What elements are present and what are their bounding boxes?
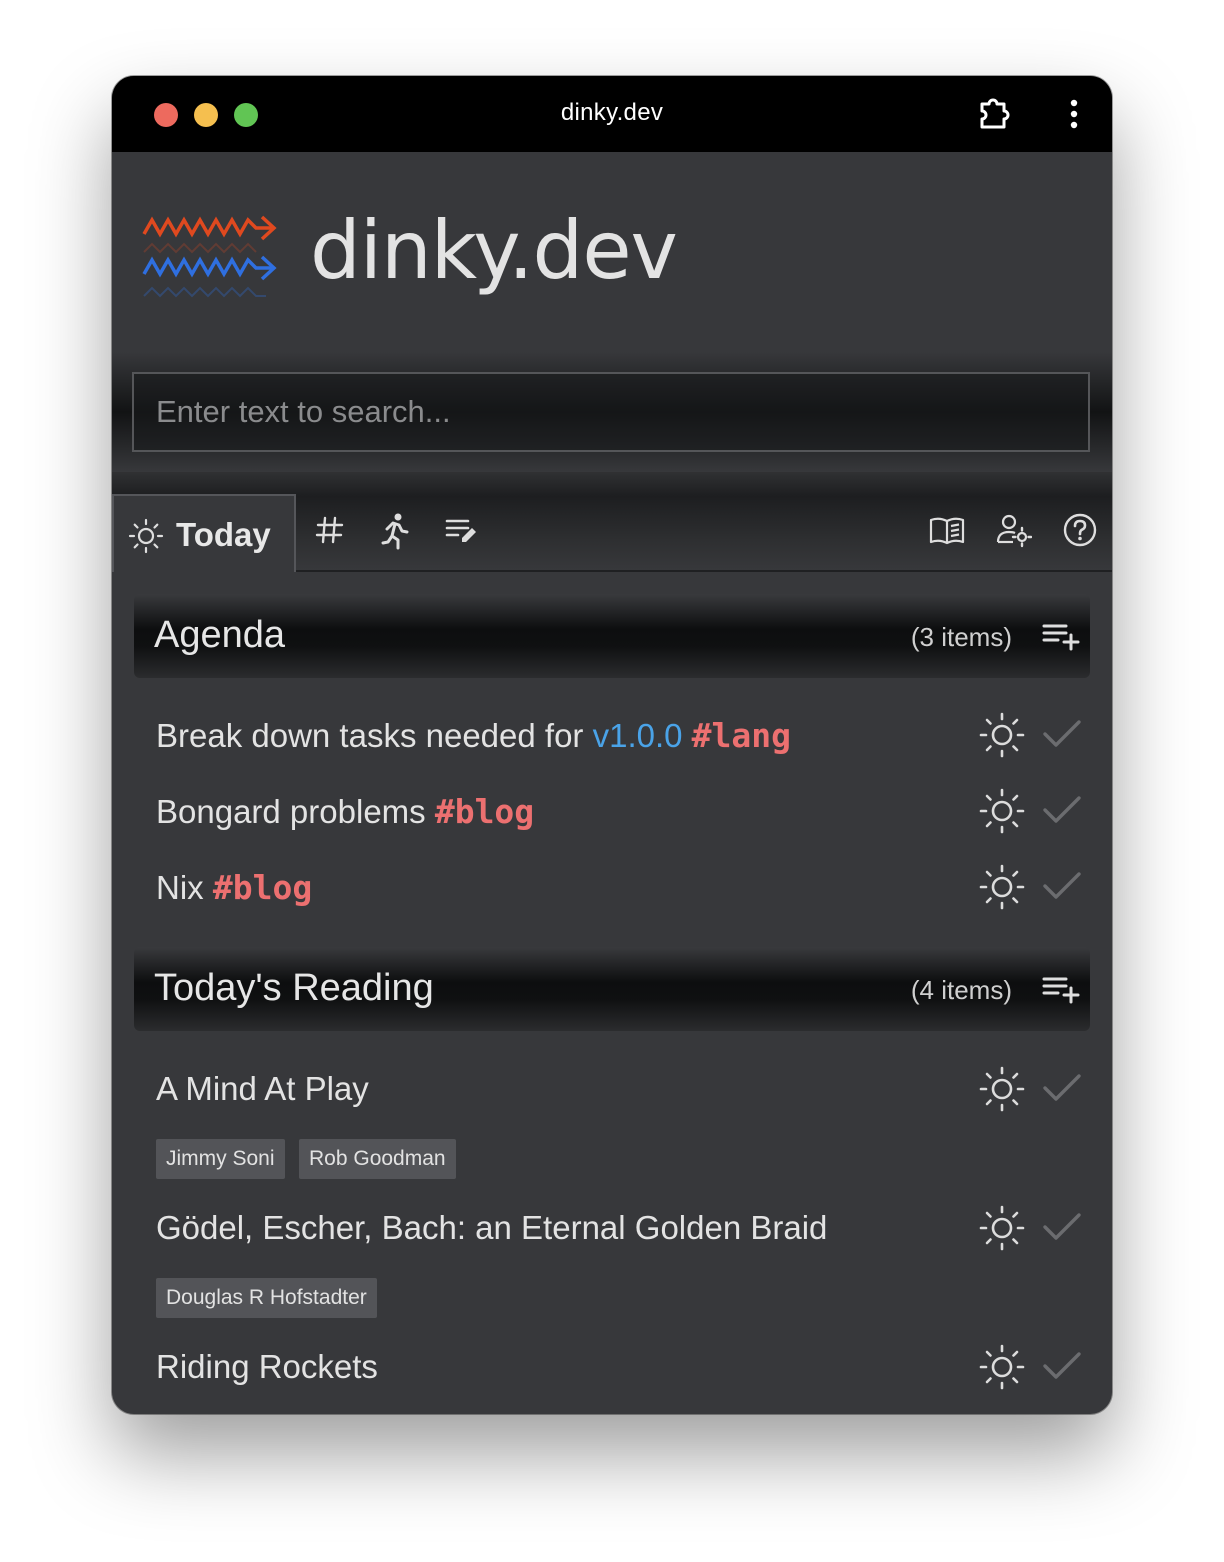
- sun-icon[interactable]: [978, 711, 1026, 759]
- agenda-item-text: Break down tasks needed for v1.0.0 #lang: [156, 716, 791, 755]
- titlebar: dinky.dev: [112, 76, 1112, 152]
- check-icon[interactable]: [1042, 1350, 1082, 1382]
- window-title: dinky.dev: [560, 99, 664, 126]
- playlist-add-icon[interactable]: [1042, 974, 1080, 1004]
- more-vert-icon[interactable]: [1056, 94, 1092, 134]
- book-title: Riding Rockets: [156, 1348, 378, 1385]
- help-icon[interactable]: [1062, 512, 1098, 548]
- sun-icon[interactable]: [978, 1343, 1026, 1391]
- check-icon[interactable]: [1042, 1072, 1082, 1104]
- section-count: (3 items): [910, 622, 1012, 652]
- item-title: Break down tasks needed for: [156, 717, 593, 754]
- section-count: (4 items): [910, 975, 1012, 1005]
- section-title: Today's Reading: [154, 967, 434, 1009]
- sun-icon[interactable]: [978, 1065, 1026, 1113]
- sun-icon[interactable]: [978, 863, 1026, 911]
- reading-item[interactable]: Gödel, Escher, Bach: an Eternal Golden B…: [156, 1199, 1086, 1259]
- item-title: Nix: [156, 869, 213, 906]
- search-input[interactable]: [132, 372, 1090, 452]
- section-title: Agenda: [154, 614, 286, 656]
- user-settings-icon[interactable]: [996, 512, 1032, 548]
- check-icon[interactable]: [1042, 870, 1082, 902]
- item-title: Bongard problems: [156, 793, 435, 830]
- agenda-section-header: Agenda (3 items): [134, 594, 1090, 678]
- reading-item[interactable]: A Mind At Play: [156, 1060, 1086, 1120]
- book-title: Gödel, Escher, Bach: an Eternal Golden B…: [156, 1209, 828, 1246]
- agenda-item[interactable]: Nix #blog: [156, 858, 1086, 918]
- tab-today-label: Today: [176, 516, 271, 553]
- browser-window: dinky.dev dinky.dev Enter text to search…: [112, 76, 1112, 1414]
- sun-icon[interactable]: [978, 787, 1026, 835]
- agenda-item-text: Nix #blog: [156, 868, 312, 907]
- author-chip[interactable]: Jimmy Soni: [156, 1139, 285, 1179]
- agenda-item[interactable]: Break down tasks needed for v1.0.0 #lang: [156, 706, 1086, 766]
- agenda-item-text: Bongard problems #blog: [156, 792, 534, 831]
- check-icon[interactable]: [1042, 794, 1082, 826]
- tag-link[interactable]: #lang: [692, 716, 791, 755]
- app-title: dinky.dev: [310, 204, 678, 297]
- sun-icon[interactable]: [978, 1204, 1026, 1252]
- running-person-icon[interactable]: [378, 512, 412, 550]
- check-icon[interactable]: [1042, 718, 1082, 750]
- agenda-item[interactable]: Bongard problems #blog: [156, 782, 1086, 842]
- book-title: A Mind At Play: [156, 1070, 369, 1107]
- edit-list-icon[interactable]: [444, 512, 478, 548]
- reading-section-header: Today's Reading (4 items): [134, 947, 1090, 1031]
- tab-toolbar: Today: [112, 472, 1112, 572]
- playlist-add-icon[interactable]: [1042, 621, 1080, 651]
- hashtag-icon[interactable]: [314, 512, 346, 548]
- reading-item[interactable]: Riding Rockets: [156, 1338, 1086, 1398]
- extension-icon[interactable]: [976, 94, 1016, 134]
- tab-today[interactable]: Today: [112, 494, 296, 572]
- tag-link[interactable]: #blog: [213, 868, 312, 907]
- author-chip[interactable]: Douglas R Hofstadter: [156, 1278, 377, 1318]
- app-logo-icon: [142, 215, 277, 298]
- tag-link[interactable]: #blog: [435, 792, 534, 831]
- book-icon[interactable]: [928, 512, 966, 548]
- check-icon[interactable]: [1042, 1211, 1082, 1243]
- version-link[interactable]: v1.0.0: [593, 717, 683, 754]
- author-chip[interactable]: Rob Goodman: [299, 1139, 456, 1179]
- sun-icon: [128, 518, 164, 554]
